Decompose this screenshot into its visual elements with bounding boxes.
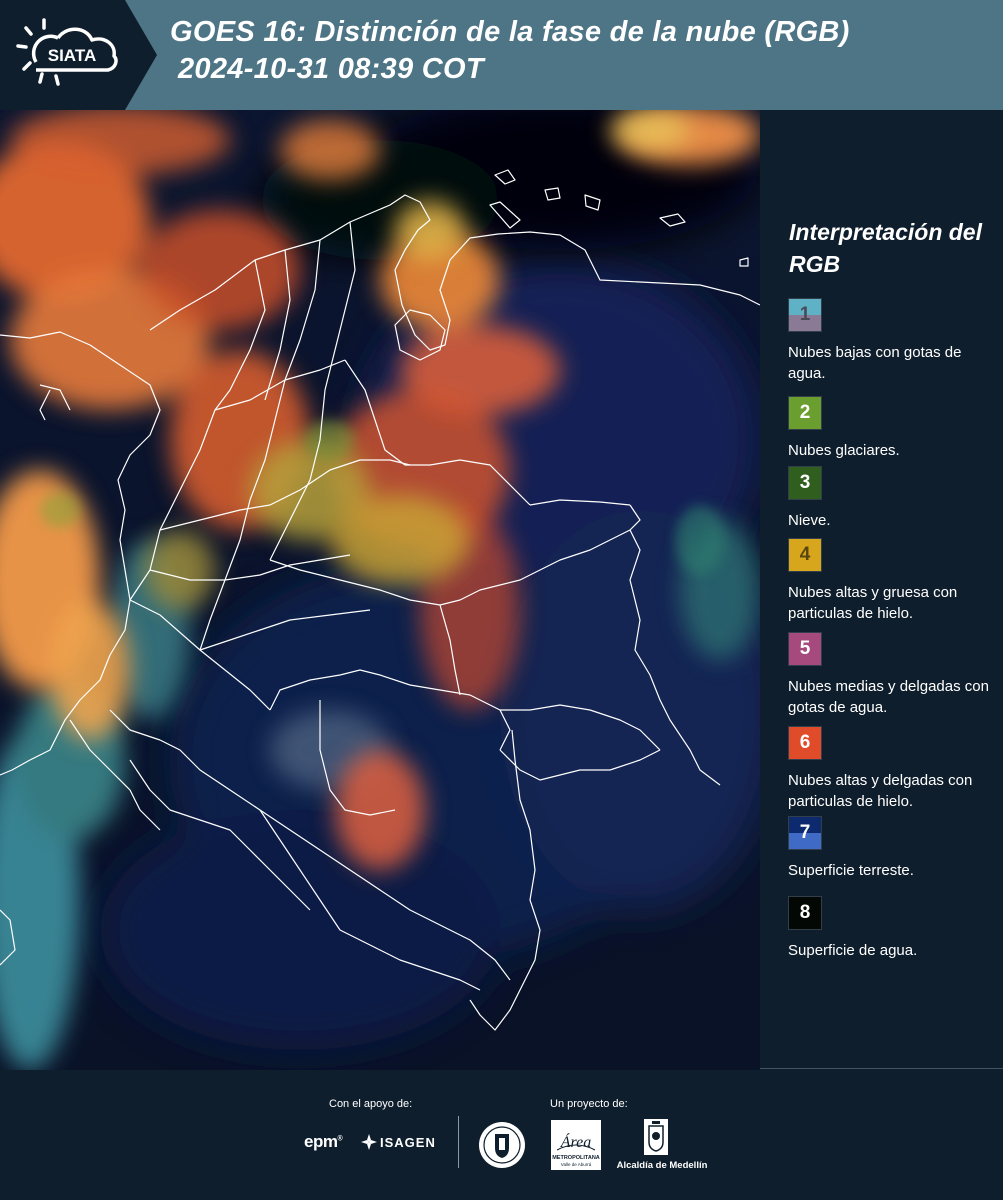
legend-swatch: 8 [788,896,822,930]
project-label: Un proyecto de: [550,1098,628,1110]
footer: Con el apoyo de: Un proyecto de: epm® IS… [0,1070,1003,1200]
header-bar: SIATA GOES 16: Distinción de la fase de … [0,0,1003,110]
legend-number: 1 [799,304,811,325]
isagen-logo-text: ISAGEN [380,1135,436,1150]
legend-label: Nubes medias y delgadas con gotas de agu… [788,678,989,716]
legend-swatch: 4 [788,538,822,572]
epm-logo-text: epm [304,1132,338,1151]
svg-text:Área: Área [560,1132,592,1151]
isagen-logo: ISAGEN [360,1135,436,1150]
legend-label: Nubes altas y gruesa con particulas de h… [788,584,958,622]
legend-number: 4 [799,544,811,565]
title-datetime: 2024-10-31 08:39 COT [178,53,484,85]
divider [760,1068,1003,1069]
legend-swatch: 6 [788,726,822,760]
legend-item-8: 8 Superficie de agua. [788,896,1002,961]
legend-label: Nubes glaciares. [788,442,900,459]
legend-number: 2 [799,402,811,423]
legend-label: Superficie de agua. [788,942,918,959]
legend-item-1: 1 Nubes bajas con gotas de agua. [788,298,1002,384]
legend-label: Nubes bajas con gotas de agua. [788,344,962,382]
medellin-seal-logo [479,1122,525,1168]
legend-number: 7 [799,822,811,843]
legend-item-4: 4 Nubes altas y gruesa con particulas de … [788,538,1002,624]
legend-swatch: 1 [788,298,822,332]
legend-item-6: 6 Nubes altas y delgadas con particulas d… [788,726,1002,812]
support-label: Con el apoyo de: [329,1098,413,1110]
svg-text:Valle de Aburrá: Valle de Aburrá [561,1162,592,1167]
alcaldia-emblem-logo [644,1119,668,1155]
legend-item-2: 2 Nubes glaciares. [788,396,1002,461]
legend-swatch: 2 [788,396,822,430]
legend-title: Interpretación del RGB [789,219,982,277]
legend-item-7: 7 Superficie terreste. [788,816,1002,881]
epm-logo: epm® [304,1132,343,1151]
legend-item-5: 5 Nubes medias y delgadas con gotas de ag… [788,632,1002,718]
svg-text:METROPOLITANA: METROPOLITANA [552,1155,600,1161]
legend-swatch: 7 [788,816,822,850]
siata-logo-block: SIATA [0,0,125,110]
alcaldia-logo-text: Alcaldía de Medellín [616,1160,708,1171]
legend-item-3: 3 Nieve. [788,466,1002,531]
area-metropolitana-logo: Área METROPOLITANA Valle de Aburrá [551,1120,601,1175]
area-metropolitana-mark: Área METROPOLITANA Valle de Aburrá [551,1120,601,1170]
svg-text:SIATA: SIATA [48,46,96,65]
legend-label: Superficie terreste. [788,862,914,879]
satellite-map [0,110,760,1070]
title-line-1: GOES 16: Distinción de la fase de la nub… [170,16,850,48]
legend-swatch: 3 [788,466,822,500]
satellite-image [0,110,760,1070]
legend-number: 3 [799,472,811,493]
legend-label: Nieve. [788,512,831,529]
legend-label: Nubes altas y delgadas con particulas de… [788,772,973,810]
legend-swatch: 5 [788,632,822,666]
footer-divider [458,1116,459,1168]
logo-arrow [125,0,157,110]
legend-number: 8 [799,902,811,923]
page-title: GOES 16: Distinción de la fase de la nub… [170,14,850,88]
siata-logo: SIATA [16,18,118,86]
legend-number: 5 [799,638,811,659]
legend-panel: Interpretación del RGB 1 Nubes bajas con … [762,110,1003,1070]
legend-number: 6 [799,732,811,753]
